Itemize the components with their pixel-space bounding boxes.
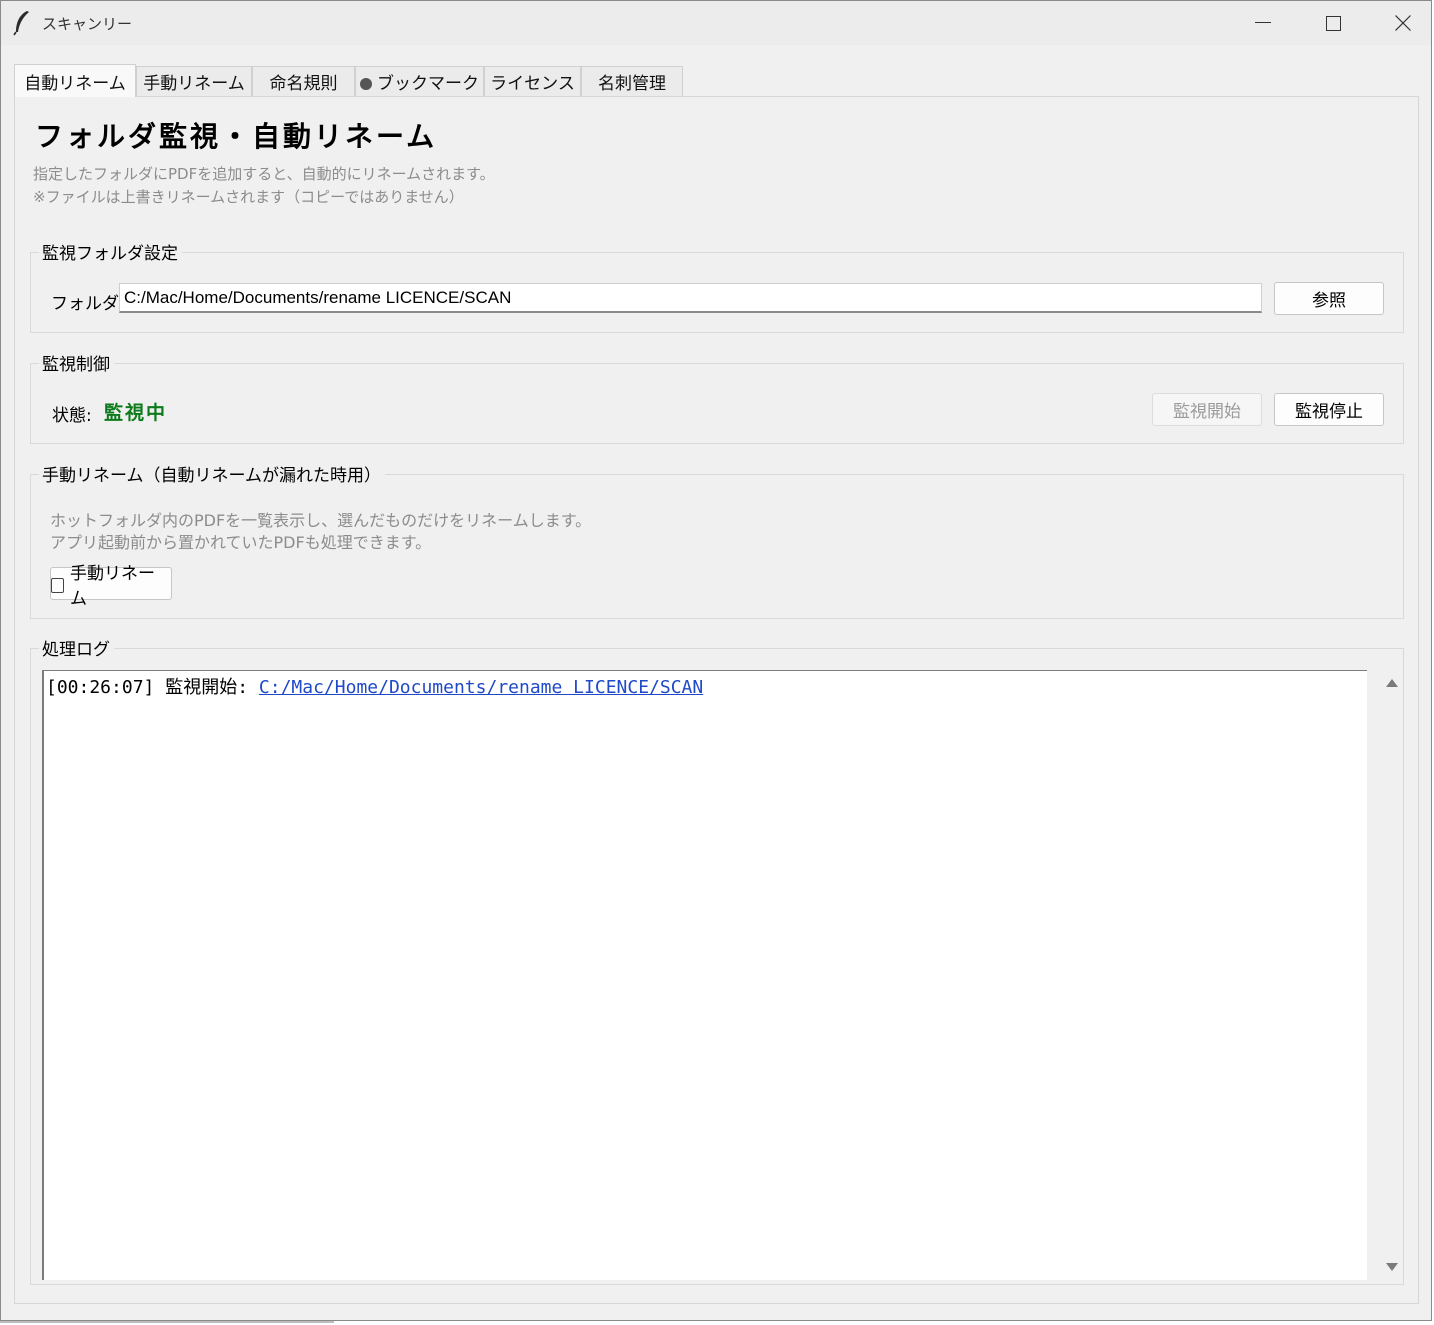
- group-label: 手動リネーム（自動リネームが漏れた時用）: [39, 461, 385, 486]
- minimize-icon: [1255, 22, 1271, 23]
- maximize-icon: [1325, 15, 1341, 31]
- scroll-down-icon[interactable]: [1386, 1263, 1398, 1271]
- feather-icon: [13, 11, 29, 36]
- folder-label: フォルダ:: [51, 294, 125, 314]
- scroll-up-icon[interactable]: [1386, 679, 1398, 687]
- manual-rename-button[interactable]: 手動リネーム: [50, 564, 172, 609]
- folder-path-input[interactable]: [119, 283, 1262, 313]
- tab-label: 手動リネーム: [143, 74, 245, 94]
- stop-label: 監視停止: [1295, 402, 1363, 422]
- taskbar-edge: [0, 1321, 1434, 1325]
- log-group: 処理ログ [00:26:07] 監視開始: C:/Mac/Home/Docume…: [30, 635, 1404, 1285]
- tab-label: ライセンス: [490, 74, 575, 94]
- log-textarea[interactable]: [00:26:07] 監視開始: C:/Mac/Home/Documents/r…: [42, 670, 1367, 1280]
- maximize-button[interactable]: [1298, 1, 1368, 45]
- taskbar-divider: [0, 1321, 334, 1323]
- tab-label: 名刺管理: [598, 74, 666, 94]
- tab-bookmarks[interactable]: ブックマーク: [355, 66, 484, 96]
- log-entry: [00:26:07] 監視開始: C:/Mac/Home/Documents/r…: [46, 673, 1365, 699]
- title-bar[interactable]: スキャンリー: [1, 1, 1431, 45]
- group-label: 処理ログ: [39, 635, 114, 660]
- group-label: 監視制御: [39, 350, 114, 375]
- window-title: スキャンリー: [42, 15, 133, 33]
- app-window: スキャンリー 自動リネーム 手動リネーム 命名規則 ブックマーク ライセンス 名…: [0, 0, 1432, 1321]
- tab-label: 命名規則: [269, 74, 338, 94]
- browse-label: 参照: [1312, 291, 1346, 311]
- status-value: 監視中: [104, 402, 168, 424]
- circle-icon: [360, 78, 372, 90]
- folder-settings-group: 監視フォルダ設定 フォルダ: 参照: [30, 239, 1404, 333]
- page-note: ※ファイルは上書きリネームされます（コピーではありません）: [33, 188, 464, 206]
- log-time: [00:26:07]: [46, 677, 155, 698]
- page-description: 指定したフォルダにPDFを追加すると、自動的にリネームされます。: [33, 165, 495, 183]
- tab-label: ブックマーク: [377, 74, 479, 94]
- start-monitor-button[interactable]: 監視開始: [1152, 393, 1262, 426]
- tab-license[interactable]: ライセンス: [484, 66, 581, 96]
- log-message: 監視開始:: [165, 677, 249, 698]
- manual-rename-group: 手動リネーム（自動リネームが漏れた時用） ホットフォルダ内のPDFを一覧表示し、…: [30, 461, 1404, 619]
- tab-manual-rename[interactable]: 手動リネーム: [136, 66, 252, 96]
- start-label: 監視開始: [1173, 402, 1241, 422]
- manual-rename-label: 手動リネーム: [69, 563, 155, 609]
- stop-monitor-button[interactable]: 監視停止: [1274, 393, 1384, 426]
- log-folder-link[interactable]: C:/Mac/Home/Documents/rename LICENCE/SCA…: [259, 677, 703, 698]
- page-title: フォルダ監視・自動リネーム: [35, 120, 438, 153]
- manual-description: ホットフォルダ内のPDFを一覧表示し、選んだものだけをリネームします。: [50, 511, 592, 530]
- tab-label: 自動リネーム: [24, 73, 126, 94]
- log-scrollbar[interactable]: [1381, 670, 1403, 1280]
- tab-naming-rules[interactable]: 命名規則: [252, 66, 355, 96]
- group-label: 監視フォルダ設定: [39, 239, 182, 264]
- browse-button[interactable]: 参照: [1274, 282, 1384, 315]
- tab-auto-rename[interactable]: 自動リネーム: [14, 64, 136, 97]
- auto-rename-panel: フォルダ監視・自動リネーム 指定したフォルダにPDFを追加すると、自動的にリネー…: [14, 96, 1419, 1304]
- close-button[interactable]: [1368, 1, 1434, 45]
- manual-note: アプリ起動前から置かれていたPDFも処理できます。: [50, 533, 432, 552]
- status-label: 状態:: [52, 406, 92, 426]
- minimize-button[interactable]: [1228, 1, 1298, 45]
- close-icon: [1395, 15, 1411, 31]
- monitor-control-group: 監視制御 状態: 監視中 監視開始 監視停止: [30, 350, 1404, 444]
- document-icon: [51, 578, 64, 593]
- tab-business-cards[interactable]: 名刺管理: [581, 66, 683, 96]
